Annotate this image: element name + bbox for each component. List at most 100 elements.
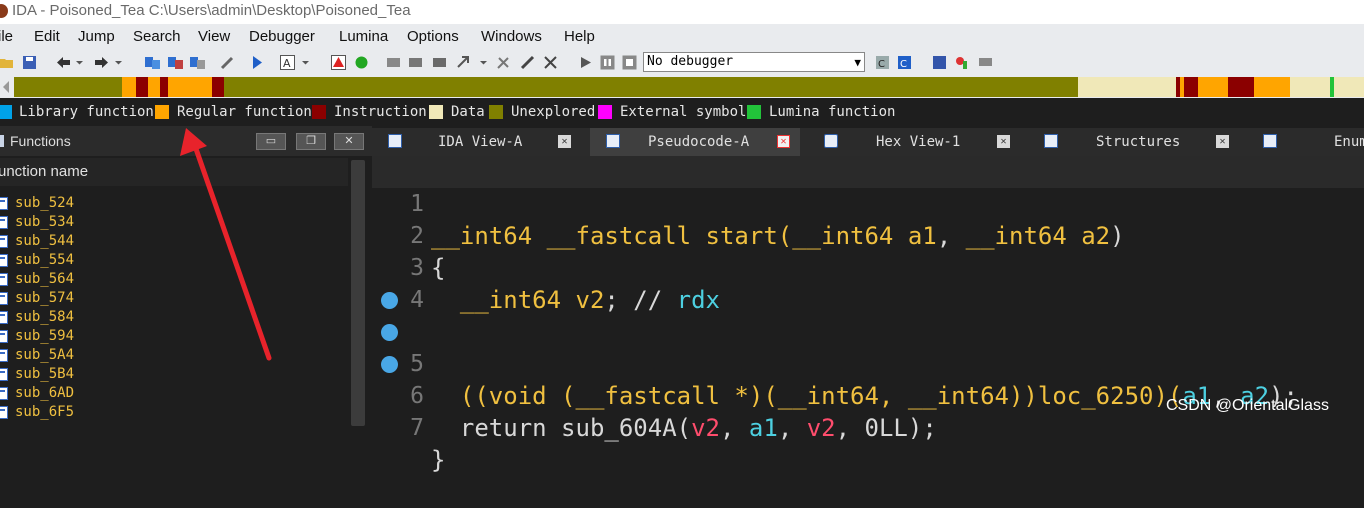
hex-view-icon xyxy=(824,134,838,148)
xref-icon[interactable] xyxy=(456,55,471,70)
scrollbar-thumb[interactable] xyxy=(351,160,365,426)
list-item[interactable]: sub_534 xyxy=(0,213,348,232)
chevron-down-icon[interactable] xyxy=(114,55,123,70)
navigation-band[interactable] xyxy=(0,76,1364,98)
code-line[interactable]: 7 } xyxy=(372,348,1364,474)
menu-help[interactable]: Help xyxy=(564,24,595,50)
legend-swatch xyxy=(489,105,503,119)
function-icon xyxy=(0,254,8,267)
legend-label: Data xyxy=(451,104,485,120)
function-name: sub_564 xyxy=(15,271,75,287)
code-line[interactable]: 5 ((void (__fastcall *)(__int64, __int64… xyxy=(372,284,1364,410)
menu-file[interactable]: ile xyxy=(0,24,13,50)
function-icon xyxy=(0,197,8,210)
play-icon[interactable] xyxy=(578,55,593,70)
struct-icon[interactable] xyxy=(432,55,447,70)
list-item[interactable]: sub_6AD xyxy=(0,384,348,403)
wand-icon[interactable] xyxy=(220,55,235,70)
close-panel-button[interactable]: ✕ xyxy=(334,133,364,150)
chevron-down-icon[interactable] xyxy=(75,55,84,70)
code-line[interactable]: 3 __int64 v2; // rdx xyxy=(372,220,1364,314)
warning-icon[interactable] xyxy=(331,55,346,70)
function-name-column-header[interactable]: unction name xyxy=(0,158,348,186)
function-icon xyxy=(0,216,8,229)
maximize-button[interactable]: ▭ xyxy=(256,133,286,150)
tab-ida-view-a[interactable]: IDA View-A ✕ xyxy=(372,128,590,156)
restore-button[interactable]: ❐ xyxy=(296,133,326,150)
nav-segment xyxy=(1184,77,1198,97)
legend-label: External symbol xyxy=(620,104,747,120)
menu-view[interactable]: View xyxy=(198,24,230,50)
breakpoint-dot-icon[interactable] xyxy=(381,356,398,373)
edit-icon[interactable] xyxy=(520,55,535,70)
tab-enums[interactable]: Enum xyxy=(1247,128,1364,156)
calc2-icon[interactable] xyxy=(408,55,423,70)
list-item[interactable]: sub_5A4 xyxy=(0,346,348,365)
breakpoint-dot-icon[interactable] xyxy=(381,324,398,341)
jump-data-icon[interactable] xyxy=(168,55,183,70)
text-mode-icon[interactable]: A xyxy=(280,55,295,70)
close-icon[interactable]: ✕ xyxy=(1216,135,1229,148)
jump-code-icon[interactable] xyxy=(145,55,160,70)
code-line[interactable]: 6 return sub_604A(v2, a1, v2, 0LL); xyxy=(372,316,1364,442)
functions-panel-title: Functions xyxy=(10,133,71,149)
nav-segment xyxy=(1228,77,1254,97)
scroll-left-icon[interactable] xyxy=(2,80,10,94)
menu-edit[interactable]: Edit xyxy=(34,24,60,50)
attach-process-icon[interactable]: C xyxy=(875,55,890,70)
list-item[interactable]: sub_5B4 xyxy=(0,365,348,384)
debugger-select[interactable]: No debugger ▼ xyxy=(643,52,865,72)
functions-scrollbar[interactable] xyxy=(348,156,372,426)
menu-windows[interactable]: Windows xyxy=(481,24,542,50)
tab-pseudocode-a[interactable]: Pseudocode-A ✕ xyxy=(590,128,800,156)
bookmark-icon[interactable] xyxy=(954,55,969,70)
functions-list: sub_524 sub_534 sub_544 sub_554 sub_564 … xyxy=(0,194,348,422)
list-item[interactable]: sub_564 xyxy=(0,270,348,289)
green-dot-icon[interactable] xyxy=(354,55,369,70)
close-x-icon[interactable] xyxy=(543,55,558,70)
cpu-icon[interactable]: C xyxy=(897,55,912,70)
chevron-down-icon[interactable] xyxy=(479,55,488,70)
code-line[interactable]: 2 { xyxy=(372,188,1364,282)
breakpoint-dot-icon[interactable] xyxy=(381,292,398,309)
list-item[interactable]: sub_594 xyxy=(0,327,348,346)
close-icon[interactable]: ✕ xyxy=(777,135,790,148)
forward-arrow-icon[interactable] xyxy=(94,55,109,70)
save-icon[interactable] xyxy=(22,55,37,70)
svg-text:C: C xyxy=(900,59,907,70)
calc-icon[interactable] xyxy=(386,55,401,70)
tab-hex-view-1[interactable]: Hex View-1 ✕ xyxy=(802,128,1014,156)
nav-segment xyxy=(1290,77,1330,97)
open-folder-icon[interactable] xyxy=(0,55,15,70)
menu-lumina[interactable]: Lumina xyxy=(339,24,388,50)
stop-icon[interactable] xyxy=(622,55,637,70)
menu-search[interactable]: Search xyxy=(133,24,181,50)
chevron-down-icon[interactable] xyxy=(301,55,310,70)
back-arrow-icon[interactable] xyxy=(56,55,71,70)
list-item[interactable]: sub_524 xyxy=(0,194,348,213)
tab-structures[interactable]: Structures ✕ xyxy=(1024,128,1238,156)
menu-jump[interactable]: Jump xyxy=(78,24,115,50)
list-item[interactable]: sub_544 xyxy=(0,232,348,251)
navigate-icon[interactable] xyxy=(250,55,265,70)
menu-debugger[interactable]: Debugger xyxy=(249,24,315,50)
close-icon[interactable]: ✕ xyxy=(997,135,1010,148)
close-icon[interactable]: ✕ xyxy=(558,135,571,148)
breakpoints-icon[interactable] xyxy=(932,55,947,70)
jump-unexplored-icon[interactable] xyxy=(190,55,205,70)
functions-panel-icon xyxy=(0,135,4,147)
graph-icon[interactable] xyxy=(496,55,511,70)
legend: Library function Regular function Instru… xyxy=(0,98,1364,126)
list-item[interactable]: sub_574 xyxy=(0,289,348,308)
pause-icon[interactable] xyxy=(600,55,615,70)
code-line[interactable]: 1 __int64 __fastcall start(__int64 a1, _… xyxy=(372,156,1364,250)
menu-options[interactable]: Options xyxy=(407,24,459,50)
pseudocode-view[interactable]: 1 __int64 __fastcall start(__int64 a1, _… xyxy=(372,156,1364,474)
function-name: sub_5A4 xyxy=(15,347,75,363)
list-item[interactable]: sub_584 xyxy=(0,308,348,327)
code-line[interactable]: 4 xyxy=(372,252,1364,313)
plugin-icon[interactable] xyxy=(978,55,993,70)
list-item[interactable]: sub_554 xyxy=(0,251,348,270)
nav-segment xyxy=(122,77,136,97)
list-item[interactable]: sub_6F5 xyxy=(0,403,348,422)
